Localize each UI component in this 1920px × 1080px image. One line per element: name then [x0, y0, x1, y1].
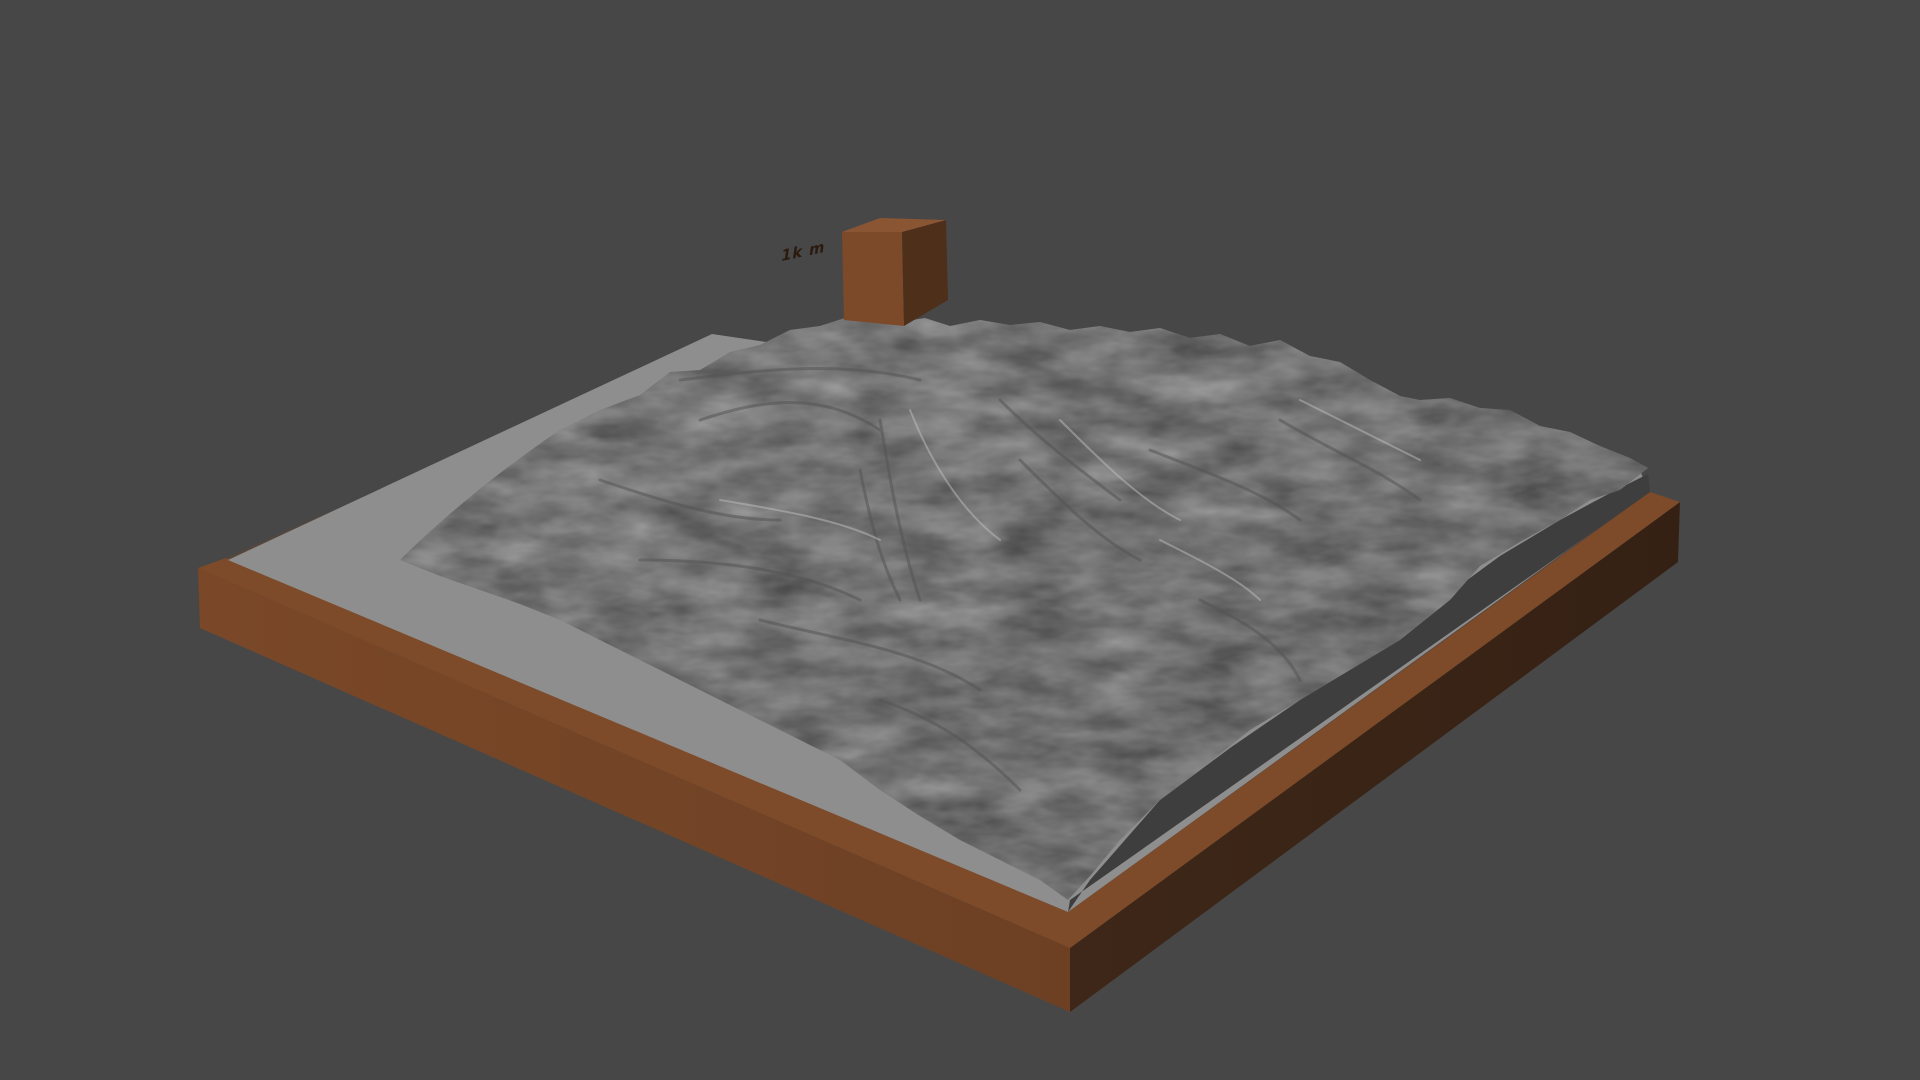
scale-tag-front — [842, 232, 904, 326]
3d-viewport[interactable]: 1k m — [0, 0, 1920, 1080]
scale-tag-side — [902, 220, 948, 326]
scale-tag: 1k m — [780, 218, 948, 326]
scale-tag-label: 1k m — [780, 238, 827, 266]
terrain-scene: 1k m — [198, 218, 1680, 1012]
